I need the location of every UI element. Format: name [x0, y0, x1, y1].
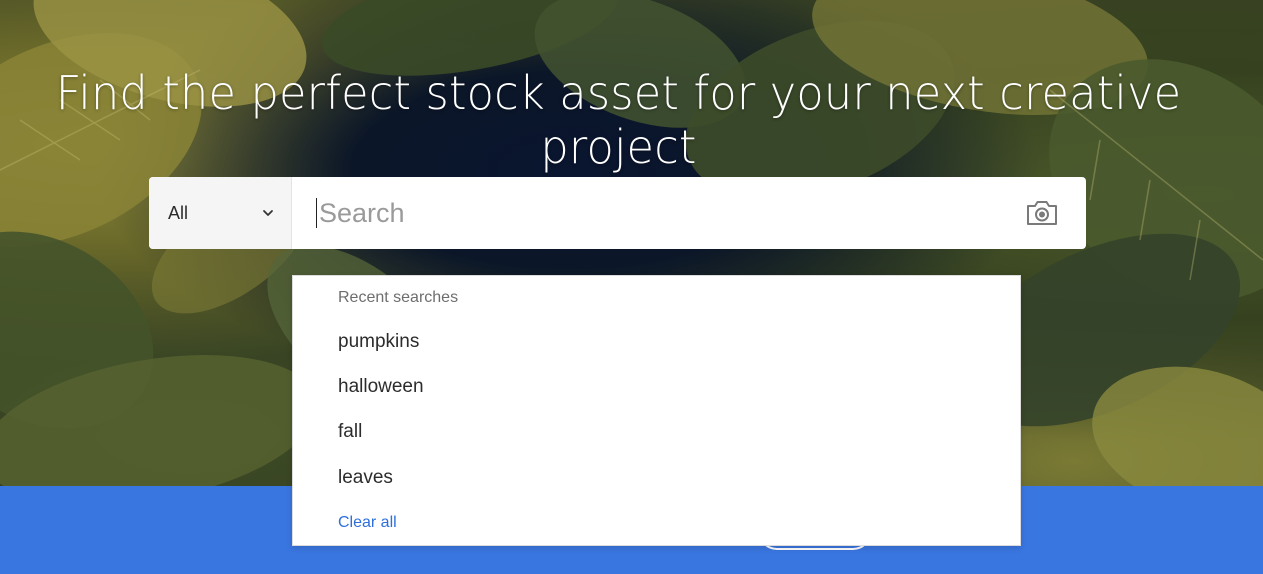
visual-search-button[interactable] — [1024, 195, 1060, 231]
recent-search-item[interactable]: pumpkins — [338, 331, 419, 353]
chevron-down-icon — [261, 206, 275, 220]
page-title: Find the perfect stock asset for your ne… — [55, 66, 1182, 174]
search-input[interactable] — [319, 193, 999, 233]
recent-search-item[interactable]: halloween — [338, 376, 424, 398]
recent-searches-dropdown: Recent searches pumpkins halloween fall … — [292, 275, 1021, 546]
recent-searches-header: Recent searches — [338, 289, 459, 306]
asset-type-filter-dropdown[interactable]: All — [149, 177, 292, 249]
clear-all-link[interactable]: Clear all — [338, 514, 397, 532]
camera-icon — [1027, 201, 1057, 225]
search-input-wrapper — [292, 177, 1086, 249]
page: Find the perfect stock asset for your ne… — [0, 0, 1263, 574]
asset-type-filter-label: All — [168, 202, 189, 223]
recent-search-item[interactable]: fall — [338, 421, 362, 443]
text-cursor — [316, 198, 317, 228]
search-bar: All — [149, 177, 1086, 249]
recent-search-item[interactable]: leaves — [338, 467, 393, 489]
